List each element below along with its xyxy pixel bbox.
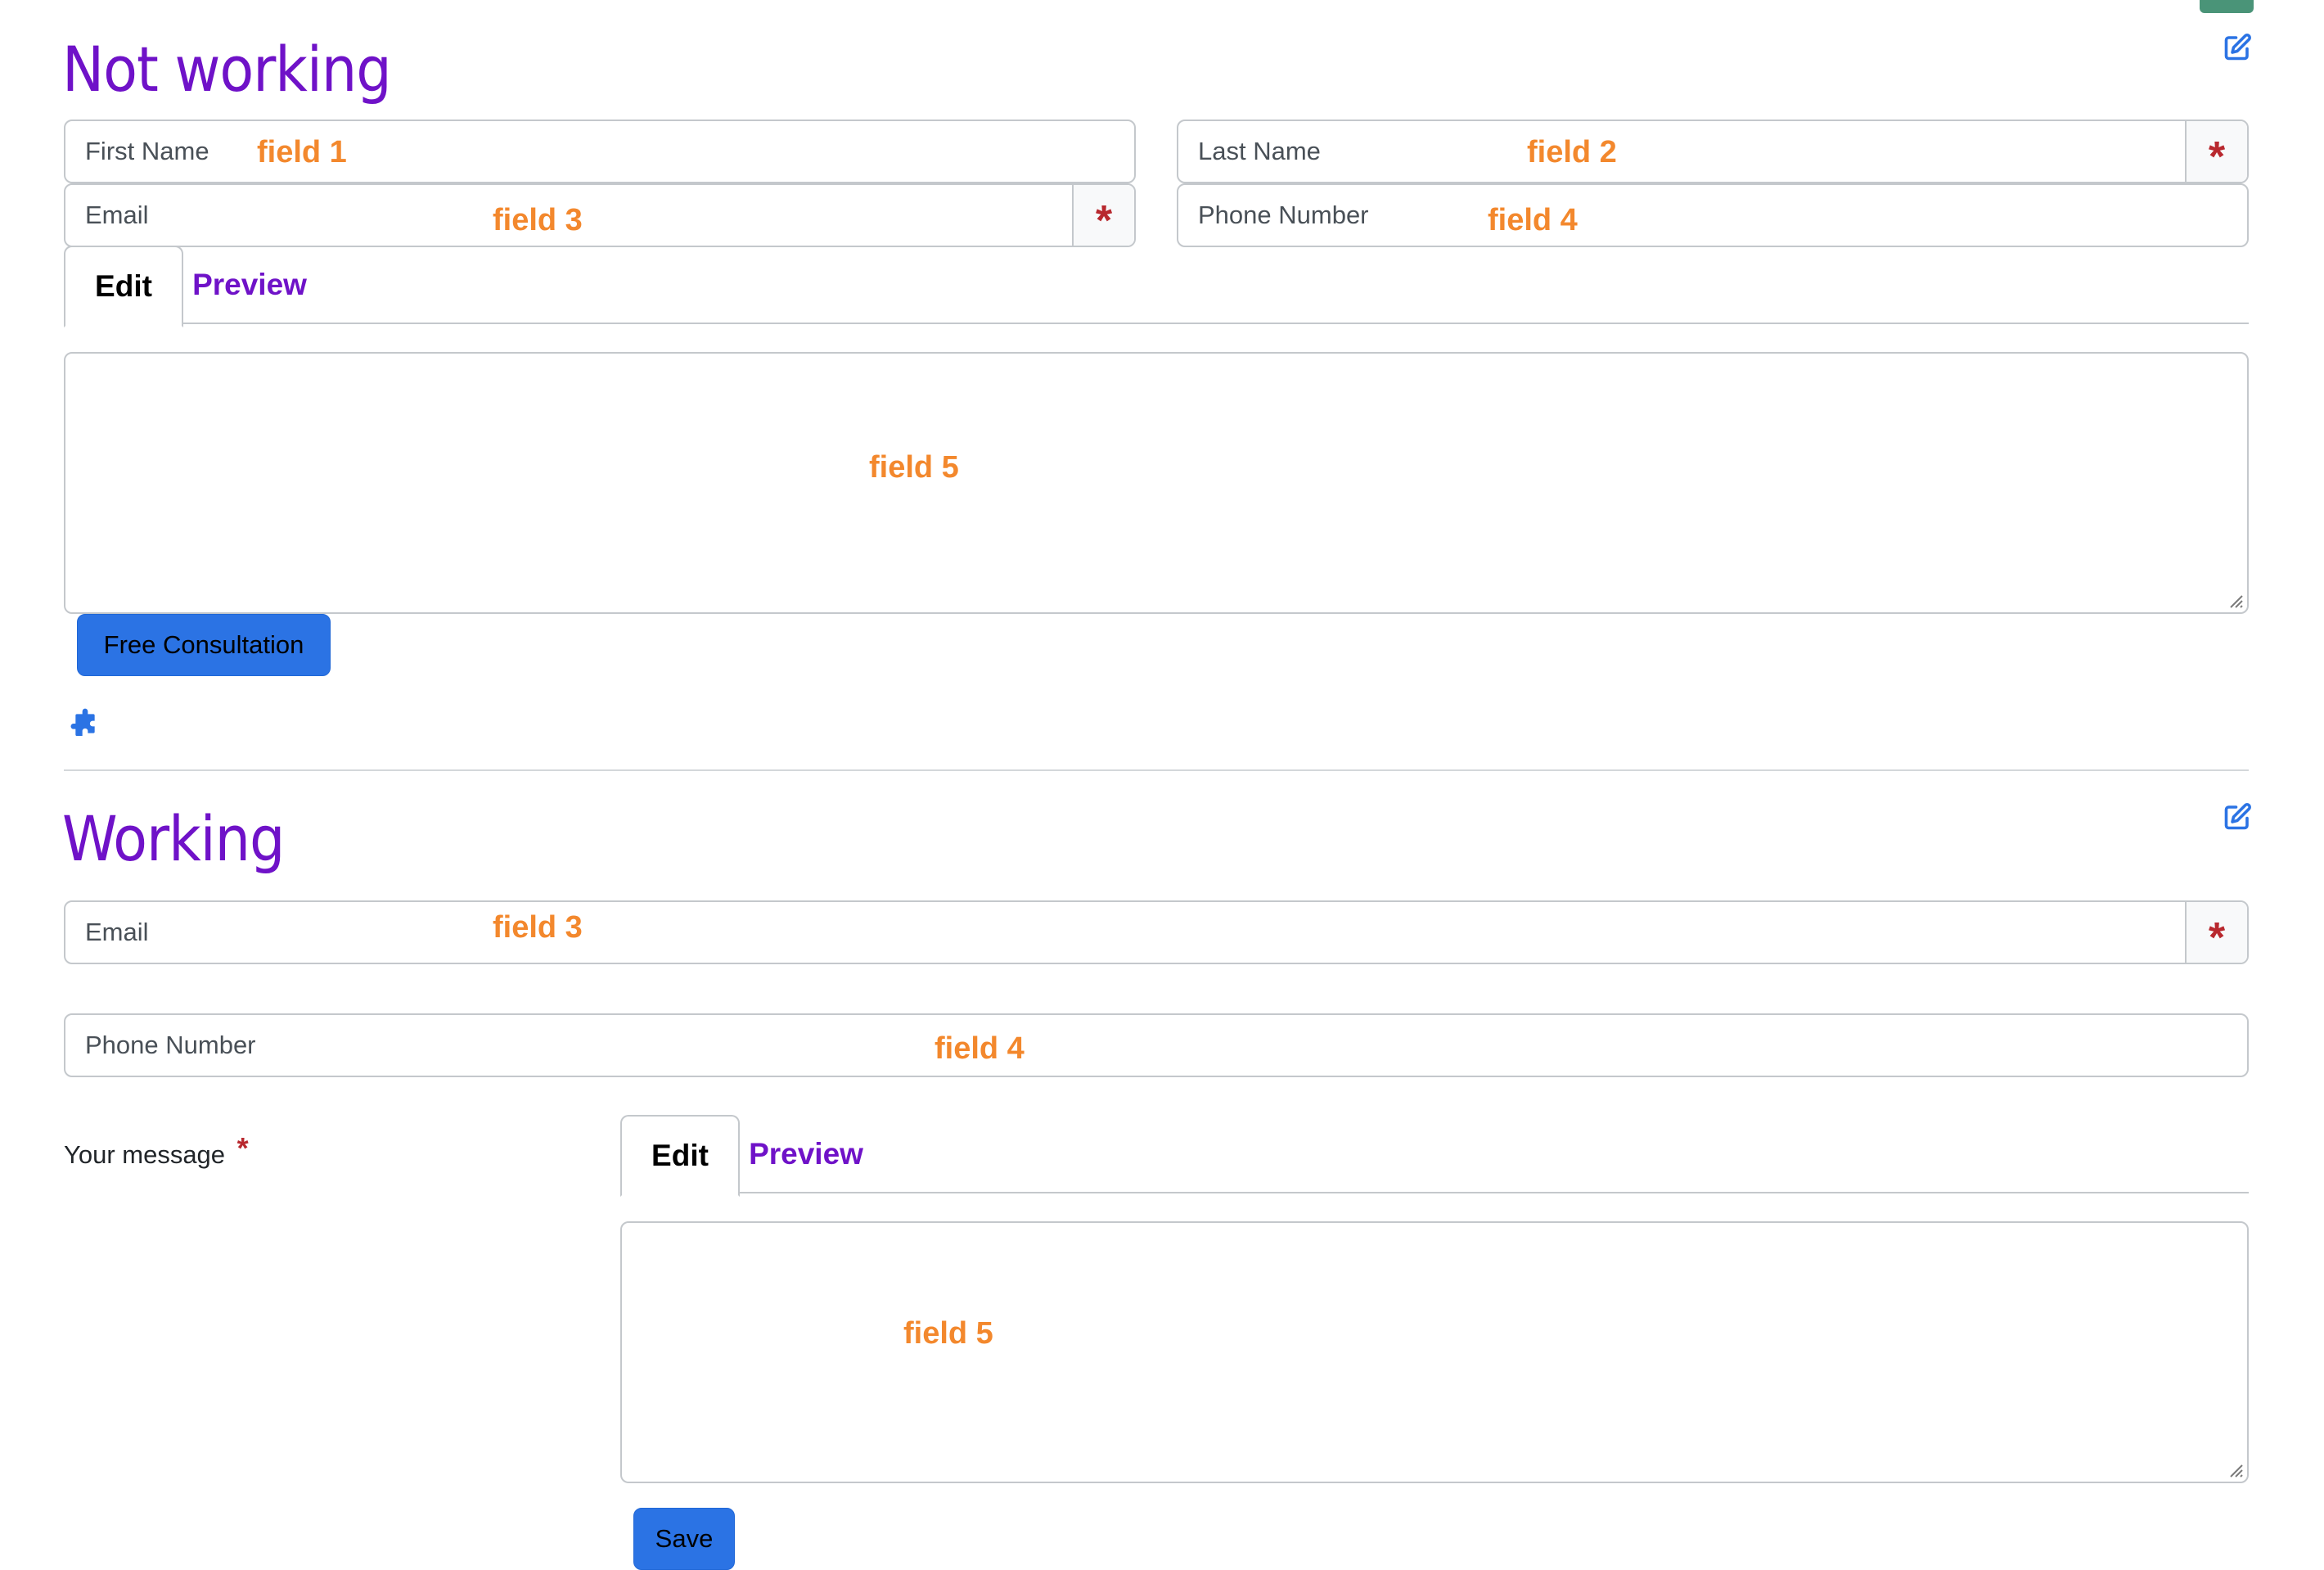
message-label-text: Your message [64,1140,226,1169]
phone-number-input[interactable]: Phone Number [64,1013,2249,1077]
phone-number-placeholder: Phone Number [85,1031,256,1059]
annotation-field-3: field 3 [493,910,583,945]
first-name-placeholder: First Name [85,137,209,165]
asterisk-icon: * [2208,133,2226,181]
resize-grip-icon[interactable] [2226,591,2244,609]
annotation-field-5: field 5 [869,450,959,485]
email-placeholder: Email [85,201,149,229]
message-textarea[interactable] [64,352,2249,614]
asterisk-icon: * [236,1131,249,1165]
annotation-field-5: field 5 [903,1316,993,1351]
required-addon: * [2185,121,2247,182]
first-name-input[interactable]: First Name [64,120,1136,183]
editor-tab-bar: Edit Preview [64,246,2249,327]
editor-tab-bar: Edit Preview [620,1115,2249,1197]
edit-icon[interactable] [2223,33,2252,62]
required-addon: * [1072,185,1134,246]
email-input[interactable]: Email * [64,183,1136,247]
message-textarea[interactable] [620,1221,2249,1483]
tab-edit[interactable]: Edit [64,246,183,327]
email-input[interactable]: Email * [64,900,2249,964]
asterisk-icon: * [1095,197,1113,245]
puzzle-icon[interactable] [69,707,101,740]
edit-icon[interactable] [2223,802,2252,832]
tab-preview[interactable]: Preview [180,246,319,324]
free-consultation-button[interactable]: Free Consultation [77,614,331,676]
corner-block [2200,0,2254,13]
message-label: Your message * [64,1131,249,1171]
resize-grip-icon[interactable] [2226,1460,2244,1478]
email-placeholder: Email [85,918,149,946]
asterisk-icon: * [2208,914,2226,962]
phone-number-placeholder: Phone Number [1198,201,1369,229]
save-button[interactable]: Save [633,1508,735,1570]
section-title-not-working: Not working [62,33,392,106]
annotation-field-1: field 1 [257,135,347,169]
last-name-placeholder: Last Name [1198,137,1321,165]
annotation-field-4: field 4 [1488,203,1578,237]
phone-number-input[interactable]: Phone Number [1177,183,2249,247]
section-title-working: Working [62,802,285,875]
annotation-field-4: field 4 [935,1031,1025,1066]
annotation-field-2: field 2 [1527,135,1617,169]
annotation-field-3: field 3 [493,203,583,237]
tab-preview[interactable]: Preview [736,1115,876,1193]
tab-edit[interactable]: Edit [620,1115,740,1197]
last-name-input[interactable]: Last Name * [1177,120,2249,183]
required-addon: * [2185,902,2247,963]
section-divider [64,769,2249,771]
